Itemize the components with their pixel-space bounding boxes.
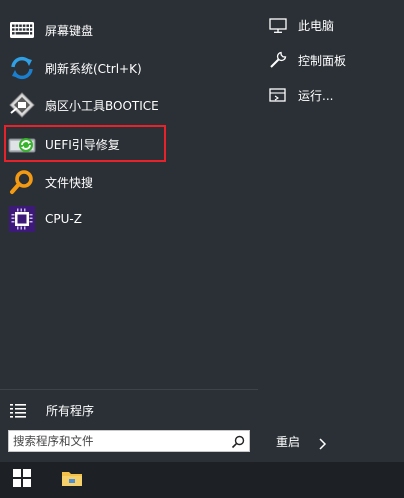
power-label: 重启	[276, 434, 301, 449]
highlight-box	[4, 125, 166, 162]
app-bootice[interactable]: 扇区小工具BOOTICE	[8, 88, 248, 122]
app-label: 扇区小工具BOOTICE	[45, 98, 159, 113]
place-control-panel[interactable]: 控制面板	[268, 48, 346, 72]
magnifier-icon	[8, 168, 36, 196]
wrench-icon	[268, 50, 288, 70]
place-label: 运行...	[298, 88, 334, 103]
power-restart-button[interactable]: 重启	[276, 431, 328, 451]
app-label: 屏幕键盘	[45, 23, 94, 38]
divider	[0, 389, 258, 390]
all-programs-button[interactable]: 所有程序	[10, 399, 94, 421]
cpu-chip-icon	[8, 205, 36, 233]
taskbar	[0, 462, 404, 498]
start-menu-right-pane: 此电脑 控制面板 运行... 重启	[258, 0, 404, 462]
keyboard-icon	[8, 16, 36, 44]
start-button[interactable]	[0, 462, 44, 498]
app-file-search[interactable]: 文件快搜	[8, 165, 248, 199]
app-label: 文件快搜	[45, 175, 94, 190]
bootice-icon	[8, 91, 36, 119]
run-icon	[268, 85, 288, 105]
app-refresh-system[interactable]: 刷新系统(Ctrl+K)	[8, 51, 248, 85]
chevron-right-icon[interactable]	[318, 435, 328, 450]
file-explorer-icon	[60, 468, 84, 492]
place-label: 此电脑	[298, 18, 335, 33]
list-icon	[10, 403, 26, 418]
windows-logo-icon	[12, 468, 32, 492]
computer-icon	[268, 15, 288, 35]
all-programs-label: 所有程序	[46, 403, 95, 418]
start-menu: 屏幕键盘 刷新系统(Ctrl+K) 扇区小工具BOOTICE UEFI引导修复 …	[0, 0, 404, 462]
place-run[interactable]: 运行...	[268, 83, 333, 107]
search-icon[interactable]	[231, 434, 245, 449]
refresh-icon	[8, 54, 36, 82]
place-label: 控制面板	[298, 53, 347, 68]
app-label: 刷新系统(Ctrl+K)	[45, 61, 142, 76]
taskbar-file-explorer[interactable]	[50, 462, 94, 498]
app-on-screen-keyboard[interactable]: 屏幕键盘	[8, 13, 248, 47]
place-this-pc[interactable]: 此电脑	[268, 13, 334, 37]
app-cpu-z[interactable]: CPU-Z	[8, 202, 248, 236]
start-menu-left-pane: 屏幕键盘 刷新系统(Ctrl+K) 扇区小工具BOOTICE UEFI引导修复 …	[0, 0, 258, 462]
app-label: CPU-Z	[45, 212, 82, 226]
search-input[interactable]	[13, 433, 223, 449]
search-box[interactable]	[8, 430, 250, 452]
